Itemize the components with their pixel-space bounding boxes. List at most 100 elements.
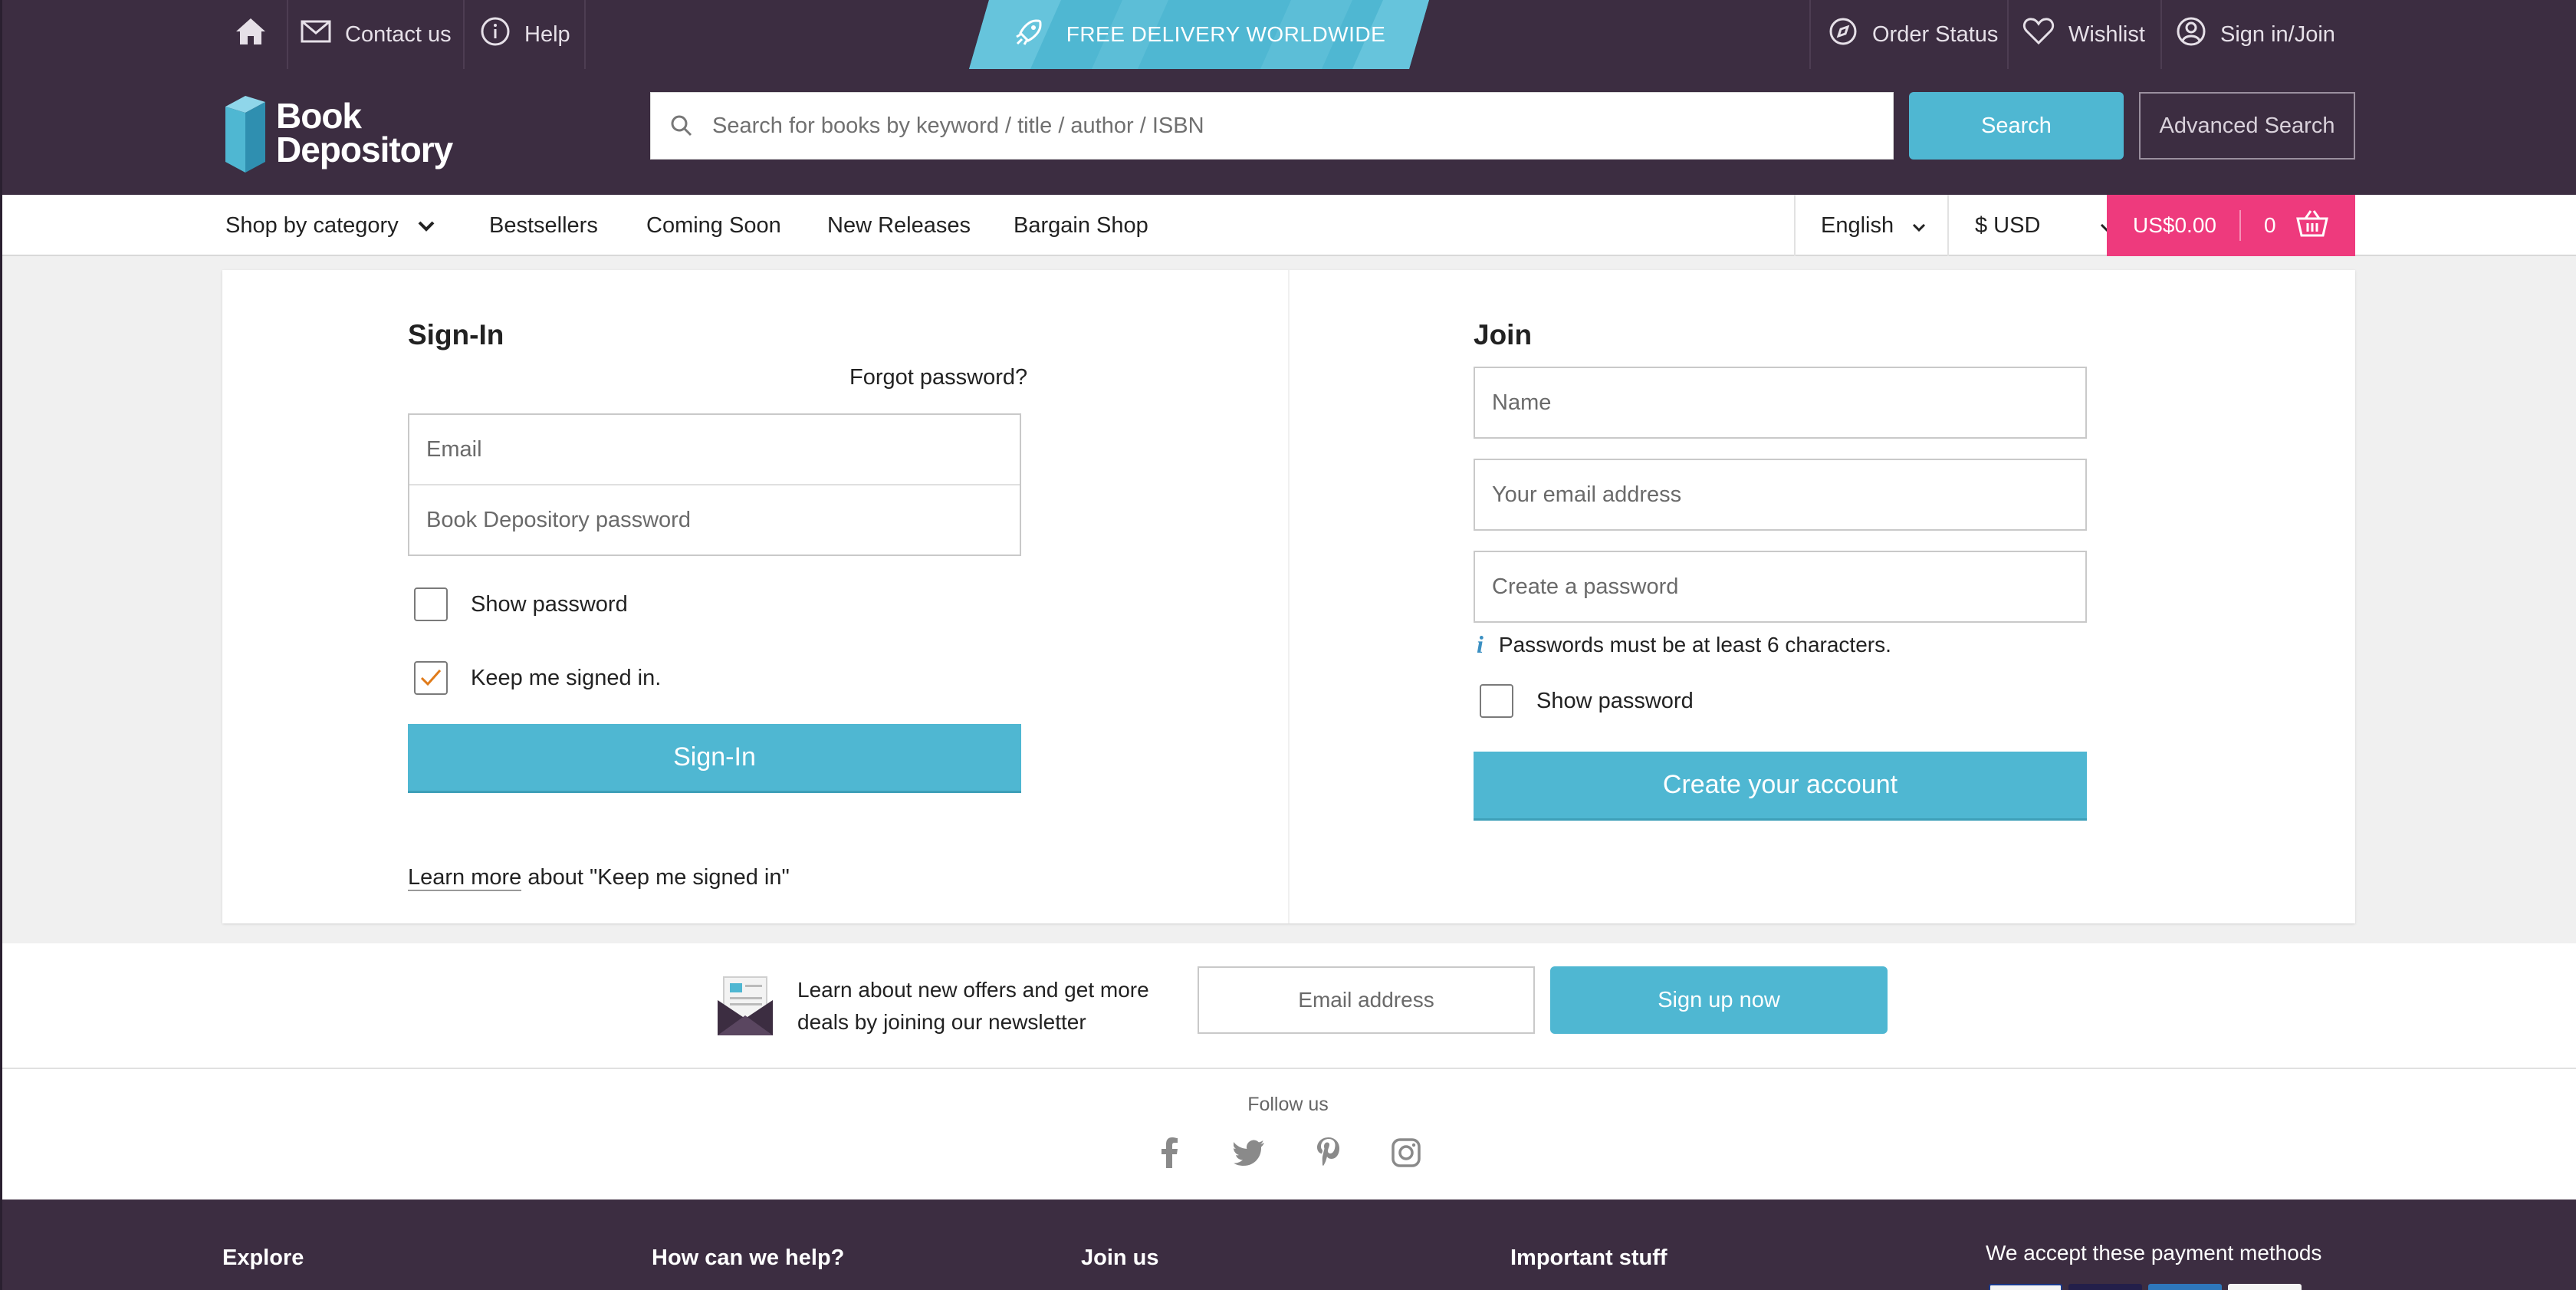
- currency-selector[interactable]: $ USD: [1975, 195, 2114, 256]
- basket-divider: [2239, 210, 2241, 241]
- shop-by-category-label: Shop by category: [225, 212, 399, 238]
- book-depository-logo[interactable]: Book Depository: [222, 90, 453, 175]
- logo-line-1: Book: [276, 96, 362, 136]
- learn-more-text: Learn more about "Keep me signed in": [408, 865, 790, 891]
- instagram-icon[interactable]: [1387, 1134, 1425, 1172]
- search-input[interactable]: [712, 93, 1893, 159]
- nav-divider: [1947, 195, 1949, 256]
- sign-in-join-link[interactable]: Sign in/Join: [2176, 0, 2335, 69]
- main-navigation: Shop by category Bestsellers Coming Soon…: [0, 195, 2576, 256]
- language-selector[interactable]: English: [1821, 195, 1926, 256]
- user-icon: [2176, 16, 2206, 53]
- topbar-divider: [2007, 0, 2009, 69]
- site-footer: Explore How can we help? Join us Importa…: [0, 1200, 2576, 1290]
- keep-signed-in-row[interactable]: Keep me signed in.: [414, 661, 661, 695]
- mastercard-card-icon: [2068, 1284, 2142, 1290]
- sign-in-button[interactable]: Sign-In: [408, 724, 1021, 793]
- sign-in-join-label: Sign in/Join: [2220, 21, 2335, 47]
- sign-in-password-field[interactable]: [409, 485, 1020, 555]
- wishlist-link[interactable]: Wishlist: [2022, 0, 2145, 69]
- join-name-field-wrapper: [1474, 367, 2087, 439]
- newsletter-email-field[interactable]: [1198, 966, 1535, 1034]
- visa-card-icon: [1989, 1284, 2062, 1290]
- logo-wordmark: Book Depository: [276, 96, 453, 169]
- topbar-divider: [287, 0, 288, 69]
- sign-up-button[interactable]: Sign up now: [1550, 966, 1888, 1034]
- pinterest-icon[interactable]: [1309, 1134, 1347, 1172]
- free-delivery-banner[interactable]: FREE DELIVERY WORLDWIDE: [969, 0, 1429, 69]
- newsletter-section: Learn about new offers and get more deal…: [0, 943, 2576, 1069]
- create-account-button[interactable]: Create your account: [1474, 752, 2087, 821]
- nav-link-bargain-shop[interactable]: Bargain Shop: [1014, 195, 1148, 256]
- follow-us-section: Follow us: [0, 1069, 2576, 1200]
- show-password-label: Show password: [471, 591, 628, 617]
- envelope-icon: [301, 20, 331, 49]
- envelope-letter-icon: [716, 974, 774, 1041]
- logo-line-2: Depository: [276, 130, 453, 169]
- nav-link-bestsellers[interactable]: Bestsellers: [489, 195, 598, 256]
- join-password-field[interactable]: [1475, 552, 2085, 621]
- order-status-label: Order Status: [1872, 21, 1999, 47]
- help-label: Help: [524, 21, 570, 47]
- join-name-field[interactable]: [1475, 368, 2085, 437]
- follow-us-label: Follow us: [1247, 1094, 1329, 1115]
- basket-button[interactable]: US$0.00 0: [2107, 195, 2355, 256]
- topbar-divider: [1809, 0, 1811, 69]
- sign-in-field-group: [408, 413, 1021, 556]
- advanced-search-button[interactable]: Advanced Search: [2139, 92, 2355, 160]
- search-icon: [651, 114, 712, 137]
- join-show-password-checkbox[interactable]: [1480, 684, 1513, 718]
- chevron-down-icon: [417, 213, 435, 239]
- search-bar: [650, 92, 1894, 160]
- basket-count: 0: [2263, 213, 2276, 237]
- keep-signed-in-checkbox[interactable]: [414, 661, 448, 695]
- order-status-link[interactable]: Order Status: [1828, 0, 1998, 69]
- nav-link-new-releases[interactable]: New Releases: [827, 195, 971, 256]
- payment-methods-heading: We accept these payment methods: [1986, 1241, 2322, 1265]
- footer-heading-help: How can we help?: [652, 1246, 845, 1270]
- page: Contact us Help FREE DELIVERY WORLDWIDE …: [0, 0, 2576, 1290]
- shop-by-category-dropdown[interactable]: Shop by category: [225, 195, 435, 256]
- help-link[interactable]: Help: [480, 0, 570, 69]
- search-button[interactable]: Search: [1909, 92, 2124, 160]
- site-header: Book Depository Search Advanced Search: [0, 69, 2576, 195]
- top-utility-bar: Contact us Help FREE DELIVERY WORLDWIDE …: [0, 0, 2576, 69]
- join-password-field-wrapper: [1474, 551, 2087, 623]
- keep-signed-in-label: Keep me signed in.: [471, 665, 662, 690]
- basket-total: US$0.00: [2133, 213, 2216, 237]
- show-password-row[interactable]: Show password: [414, 587, 628, 621]
- card-column-divider: [1288, 270, 1290, 923]
- rocket-icon: [1013, 16, 1045, 54]
- facebook-icon[interactable]: [1151, 1134, 1189, 1172]
- password-hint-text: Passwords must be at least 6 characters.: [1498, 632, 1891, 657]
- footer-heading-join-us: Join us: [1081, 1246, 1159, 1270]
- contact-us-link[interactable]: Contact us: [301, 0, 452, 69]
- home-icon: [235, 17, 267, 52]
- password-hint: i Passwords must be at least 6 character…: [1477, 630, 1891, 659]
- basket-icon: [2295, 209, 2328, 242]
- home-link[interactable]: [235, 0, 267, 69]
- currency-value: $ USD: [1975, 212, 2041, 238]
- learn-more-link[interactable]: Learn more: [408, 865, 522, 891]
- wishlist-label: Wishlist: [2068, 21, 2145, 47]
- twitter-icon[interactable]: [1230, 1134, 1268, 1172]
- join-email-field[interactable]: [1475, 460, 2085, 529]
- nav-divider: [1794, 195, 1796, 256]
- join-email-field-wrapper: [1474, 459, 2087, 531]
- heart-icon: [2022, 17, 2055, 52]
- newsletter-text: Learn about new offers and get more deal…: [797, 978, 1149, 1034]
- footer-heading-important-stuff: Important stuff: [1510, 1246, 1668, 1270]
- join-show-password-label: Show password: [1536, 688, 1694, 713]
- promo-text: FREE DELIVERY WORLDWIDE: [1066, 22, 1386, 46]
- checkmark-icon: [420, 670, 442, 686]
- sign-in-email-field[interactable]: [409, 415, 1020, 484]
- chevron-down-icon: [1912, 213, 1926, 239]
- sign-in-heading: Sign-In: [408, 319, 504, 350]
- nav-link-coming-soon[interactable]: Coming Soon: [646, 195, 781, 256]
- topbar-divider: [2160, 0, 2162, 69]
- show-password-checkbox[interactable]: [414, 587, 448, 621]
- forgot-password-link[interactable]: Forgot password?: [849, 365, 1027, 390]
- book-logo-icon: [225, 96, 265, 173]
- join-show-password-row[interactable]: Show password: [1480, 684, 1694, 718]
- topbar-divider: [584, 0, 586, 69]
